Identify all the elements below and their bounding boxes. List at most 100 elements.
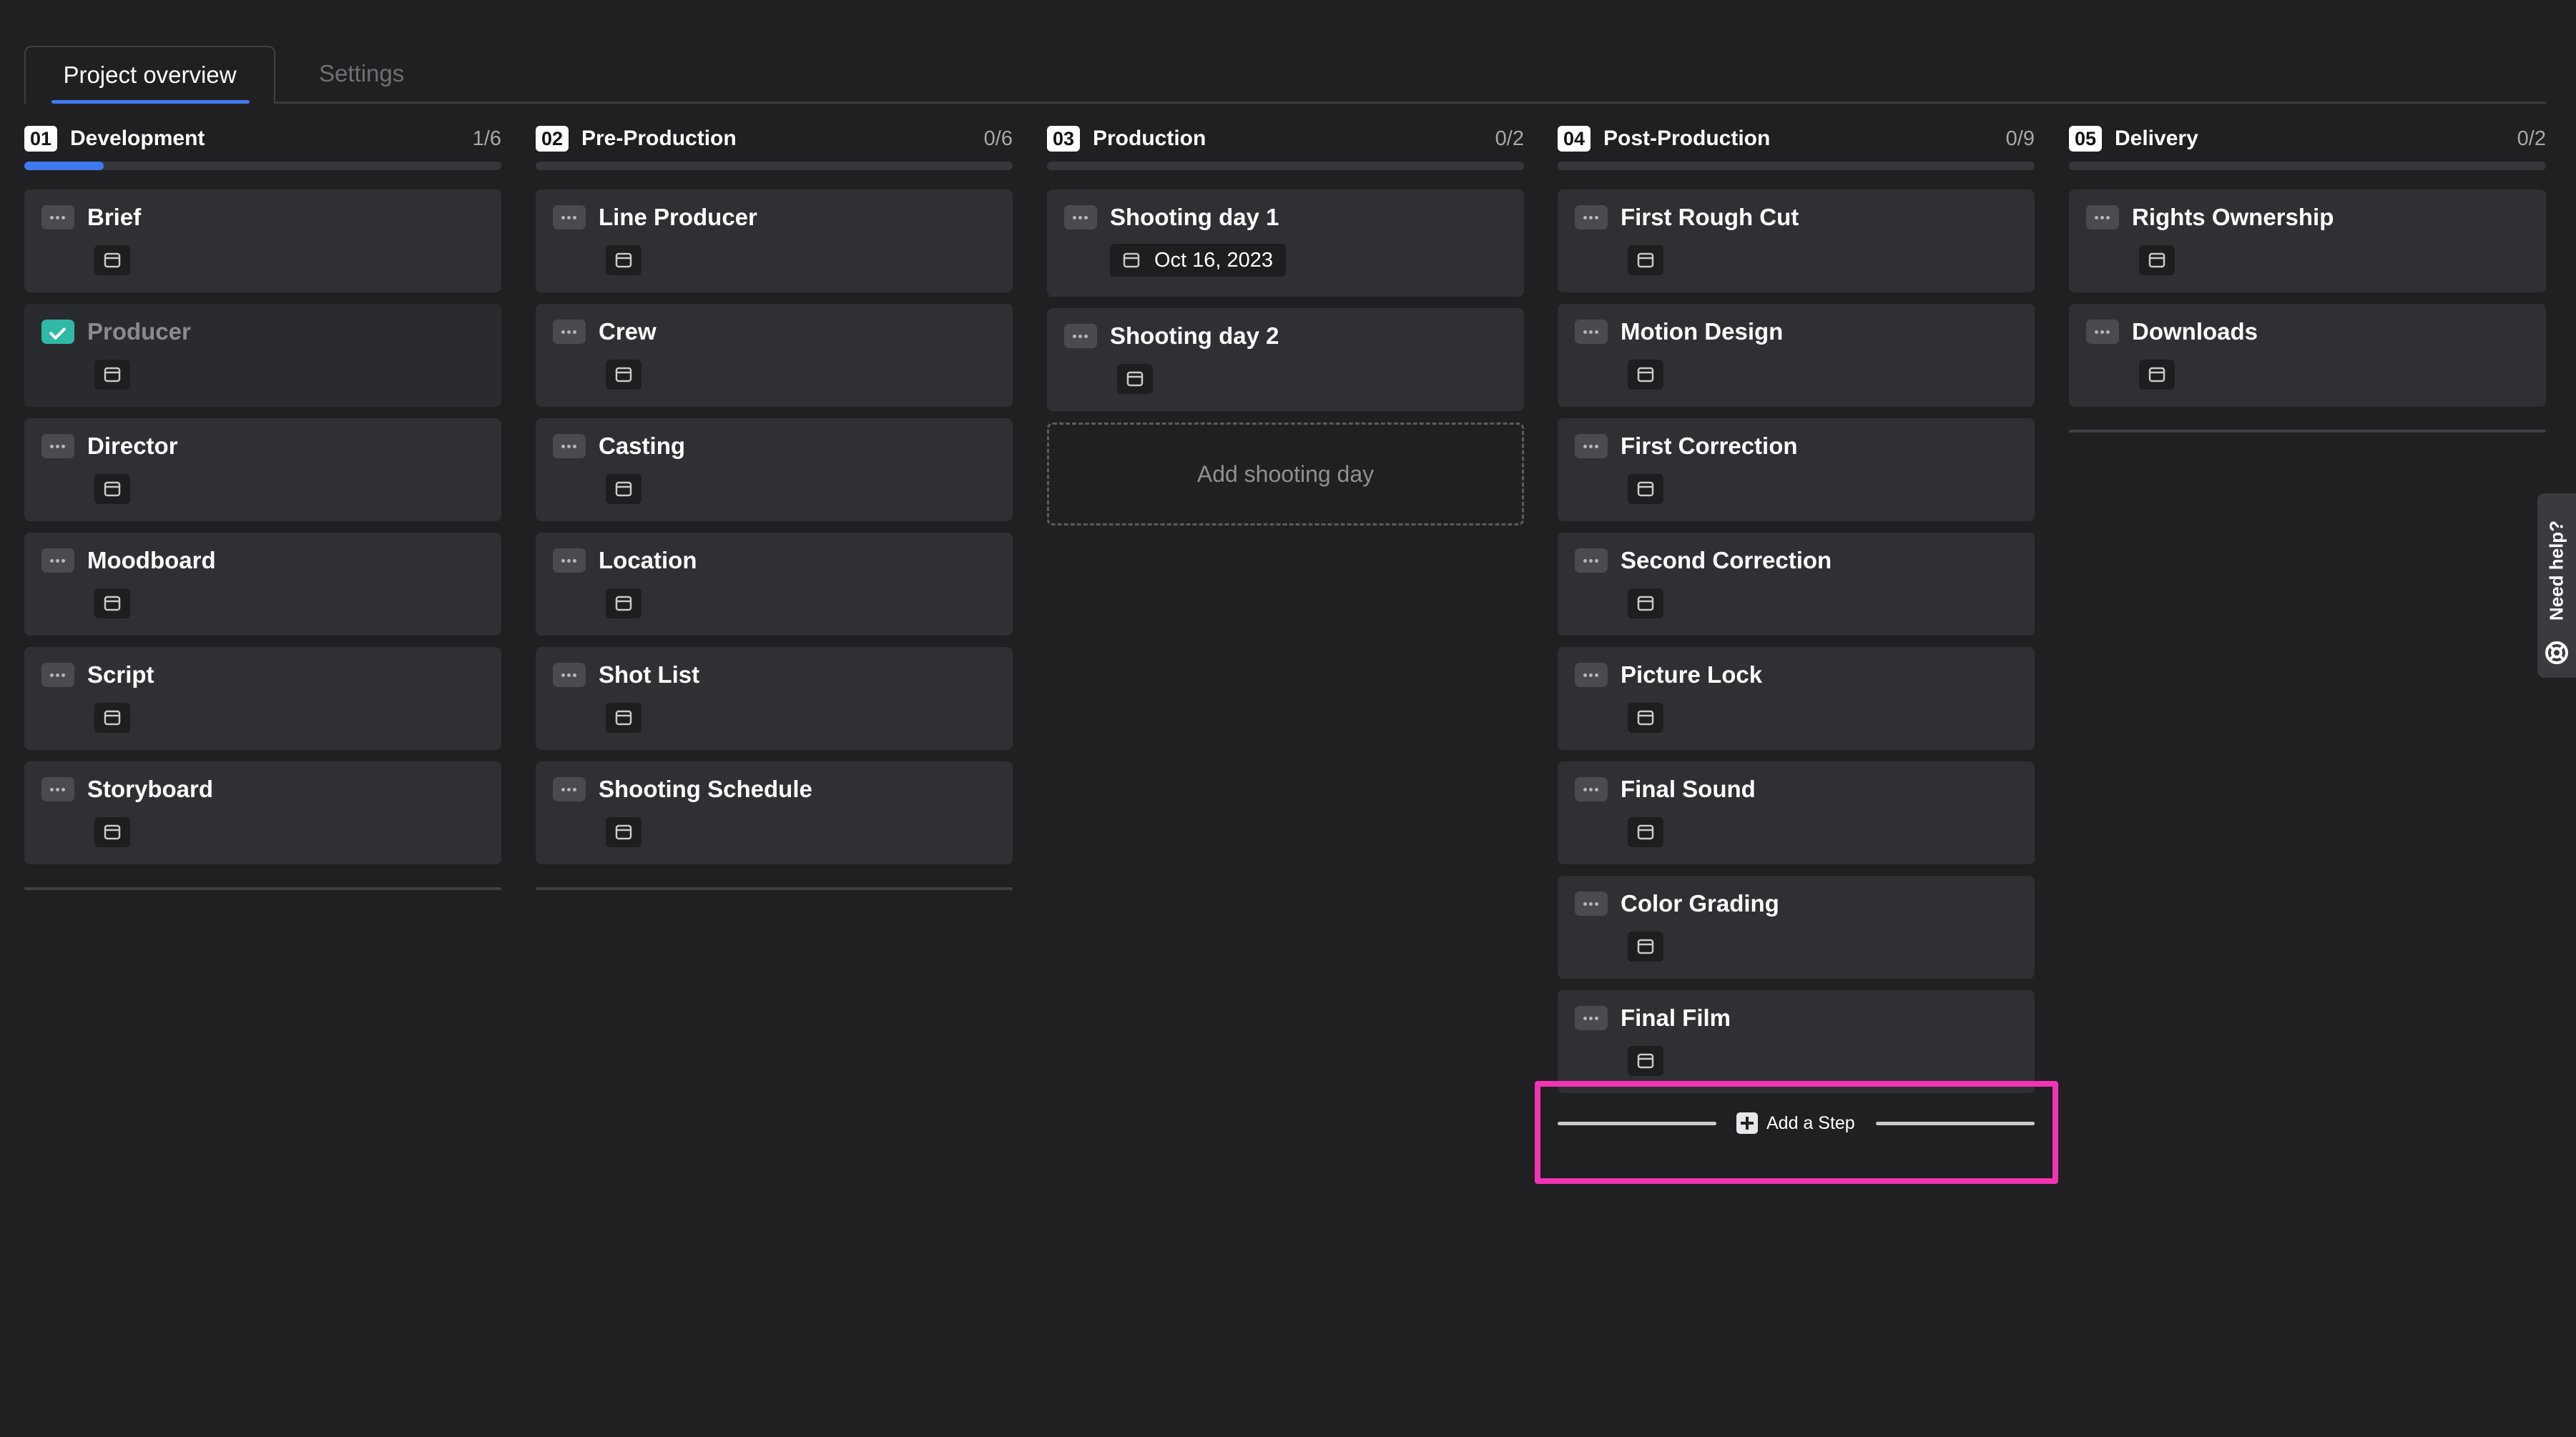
date-picker-button[interactable] [94, 474, 130, 504]
date-picker-button[interactable] [1628, 360, 1663, 390]
add-step-label: Add a Step [1766, 1113, 1855, 1133]
column-development: 01 Development 1/6 Brief Producer Director Moo… [24, 122, 501, 890]
step-card[interactable]: Shooting day 2 [1047, 308, 1524, 411]
step-card[interactable]: Casting [536, 418, 1013, 521]
column-end-divider [536, 887, 1013, 890]
column-number-badge: 05 [2069, 126, 2102, 152]
date-picker-button[interactable] [94, 588, 130, 618]
step-card[interactable]: Shot List [536, 647, 1013, 750]
calendar-icon [104, 710, 121, 726]
calendar-icon [615, 481, 632, 497]
date-picker-button[interactable] [606, 245, 641, 275]
more-dots-icon[interactable] [553, 548, 586, 573]
more-dots-icon[interactable] [553, 663, 586, 687]
tab-bar: Project overview Settings [24, 46, 2546, 104]
more-dots-icon[interactable] [2086, 320, 2119, 344]
step-card[interactable]: Motion Design [1558, 304, 2035, 407]
calendar-icon [1637, 596, 1654, 611]
date-picker-button[interactable] [606, 817, 641, 847]
date-picker-button[interactable] [1628, 245, 1663, 275]
step-card[interactable]: Picture Lock [1558, 647, 2035, 750]
step-card[interactable]: Downloads [2069, 304, 2546, 407]
more-dots-icon[interactable] [1575, 777, 1608, 801]
column-progress-bar [1047, 162, 1524, 170]
step-title: Producer [87, 318, 191, 345]
check-icon[interactable] [41, 320, 74, 344]
step-card[interactable]: Second Correction [1558, 533, 2035, 636]
date-picker-button[interactable] [606, 588, 641, 618]
add-step-row: Add a Step [1558, 1108, 2035, 1138]
step-card[interactable]: Final Film [1558, 990, 2035, 1093]
step-title: Location [599, 547, 697, 573]
step-card[interactable]: Shooting Schedule [536, 761, 1013, 864]
step-card[interactable]: Shooting day 1 Oct 16, 2023 [1047, 189, 1524, 297]
date-picker-button[interactable] [1628, 817, 1663, 847]
step-card[interactable]: Location [536, 533, 1013, 636]
more-dots-icon[interactable] [1575, 548, 1608, 573]
step-card[interactable]: Director [24, 418, 501, 521]
tab-settings[interactable]: Settings [319, 46, 404, 102]
step-card[interactable]: Script [24, 647, 501, 750]
column-number-badge: 04 [1558, 126, 1591, 152]
calendar-icon [2148, 252, 2165, 268]
step-card[interactable]: Moodboard [24, 533, 501, 636]
more-dots-icon[interactable] [1575, 434, 1608, 458]
step-card[interactable]: Brief [24, 189, 501, 292]
step-card[interactable]: Rights Ownership [2069, 189, 2546, 292]
step-card[interactable]: Line Producer [536, 189, 1013, 292]
more-dots-icon[interactable] [553, 320, 586, 344]
step-card[interactable]: Final Sound [1558, 761, 2035, 864]
column-title: Development [70, 127, 205, 150]
step-title: Downloads [2132, 318, 2258, 345]
date-picker-button[interactable] [2139, 245, 2175, 275]
more-dots-icon[interactable] [553, 434, 586, 458]
tab-project-overview[interactable]: Project overview [24, 46, 275, 104]
date-picker-button[interactable] [1628, 588, 1663, 618]
more-dots-icon[interactable] [1575, 320, 1608, 344]
more-dots-icon[interactable] [1575, 205, 1608, 229]
more-dots-icon[interactable] [553, 205, 586, 229]
date-picker-button[interactable] [1628, 703, 1663, 733]
step-card[interactable]: First Correction [1558, 418, 2035, 521]
date-picker-button[interactable] [94, 245, 130, 275]
more-dots-icon[interactable] [2086, 205, 2119, 229]
date-chip[interactable]: Oct 16, 2023 [1110, 244, 1287, 277]
calendar-icon [1126, 371, 1144, 387]
step-card[interactable]: Crew [536, 304, 1013, 407]
column-number-badge: 01 [24, 126, 57, 152]
date-picker-button[interactable] [2139, 360, 2175, 390]
date-picker-button[interactable] [94, 703, 130, 733]
step-title: Director [87, 433, 178, 459]
step-card[interactable]: Producer [24, 304, 501, 407]
step-card[interactable]: First Rough Cut [1558, 189, 2035, 292]
more-dots-icon[interactable] [1575, 1006, 1608, 1030]
more-dots-icon[interactable] [41, 548, 74, 573]
add-shooting-day-button[interactable]: Add shooting day [1047, 423, 1524, 525]
more-dots-icon[interactable] [41, 205, 74, 229]
step-title: Picture Lock [1621, 661, 1763, 688]
date-picker-button[interactable] [606, 474, 641, 504]
step-title: Crew [599, 318, 657, 345]
add-step-button[interactable]: Add a Step [1736, 1108, 1858, 1138]
calendar-icon [104, 596, 121, 611]
more-dots-icon[interactable] [1575, 663, 1608, 687]
date-picker-button[interactable] [606, 360, 641, 390]
date-picker-button[interactable] [94, 817, 130, 847]
date-picker-button[interactable] [1117, 364, 1153, 394]
step-card[interactable]: Storyboard [24, 761, 501, 864]
more-dots-icon[interactable] [1064, 205, 1097, 229]
more-dots-icon[interactable] [1064, 324, 1097, 348]
need-help-button[interactable]: Need help? [2537, 493, 2576, 678]
date-picker-button[interactable] [1628, 474, 1663, 504]
step-card[interactable]: Color Grading [1558, 876, 2035, 979]
more-dots-icon[interactable] [41, 663, 74, 687]
date-picker-button[interactable] [606, 703, 641, 733]
date-picker-button[interactable] [1628, 932, 1663, 962]
step-title: Casting [599, 433, 686, 459]
date-picker-button[interactable] [1628, 1046, 1663, 1076]
date-picker-button[interactable] [94, 360, 130, 390]
more-dots-icon[interactable] [553, 777, 586, 801]
more-dots-icon[interactable] [41, 434, 74, 458]
more-dots-icon[interactable] [1575, 892, 1608, 916]
more-dots-icon[interactable] [41, 777, 74, 801]
